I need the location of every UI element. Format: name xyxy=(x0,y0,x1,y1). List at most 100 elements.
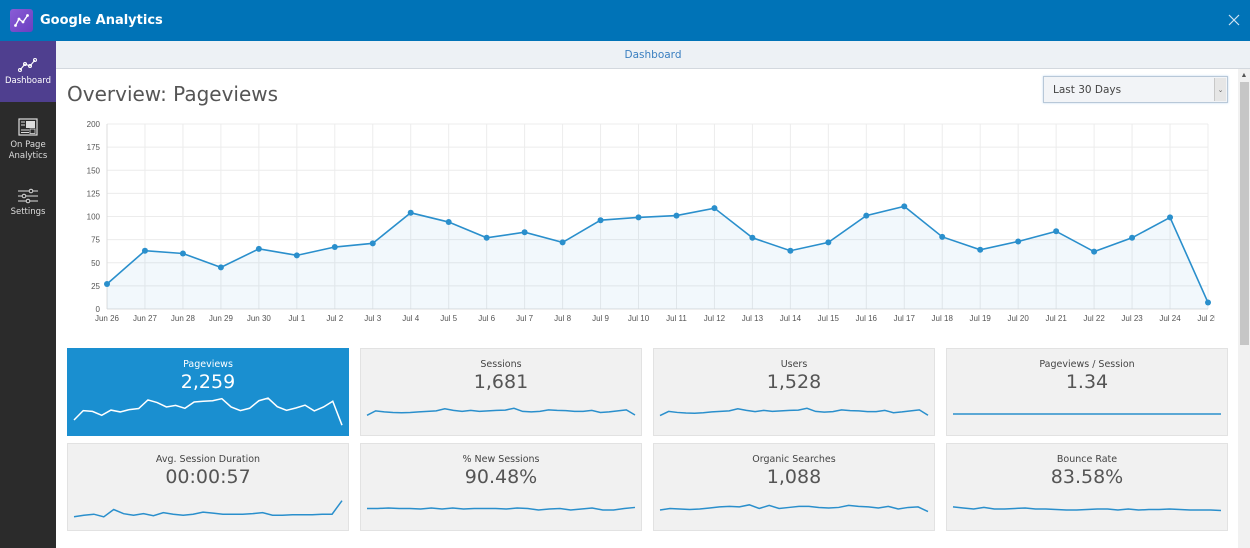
kpi-label: % New Sessions xyxy=(462,454,540,465)
kpi-value: 90.48% xyxy=(464,466,538,488)
sidebar-item-dashboard[interactable]: Dashboard xyxy=(0,41,56,102)
kpi-card-new-sessions[interactable]: % New Sessions 90.48% xyxy=(360,443,642,531)
kpi-label: Sessions xyxy=(480,359,522,370)
kpi-card-sessions[interactable]: Sessions 1,681 xyxy=(360,348,642,436)
x-tick-label: Jul 20 xyxy=(1007,314,1029,323)
kpi-label: Pageviews xyxy=(183,359,233,370)
kpi-sparkline xyxy=(73,397,343,426)
x-tick-label: Jul 9 xyxy=(592,314,609,323)
sparkline-line xyxy=(659,504,929,513)
sidebar-item-settings[interactable]: Settings xyxy=(0,176,56,230)
kpi-sparkline xyxy=(367,506,636,511)
data-point xyxy=(104,281,110,288)
sparkline-line xyxy=(952,506,1222,512)
x-tick-label: Jul 18 xyxy=(932,314,954,323)
kpi-card-avg-session-duration[interactable]: Avg. Session Duration 00:00:57 xyxy=(67,443,349,531)
x-tick-label: Jul 6 xyxy=(478,314,495,323)
data-point xyxy=(521,229,528,236)
data-point xyxy=(673,212,680,219)
scroll-up-arrow-icon[interactable]: ▲ xyxy=(1238,69,1250,81)
data-point xyxy=(863,212,870,219)
analytics-chart-icon xyxy=(10,9,33,32)
data-point xyxy=(369,240,376,247)
data-point xyxy=(559,239,566,246)
data-point xyxy=(483,234,490,241)
x-tick-label: Jul 25 xyxy=(1197,314,1215,323)
x-tick-label: Jun 28 xyxy=(171,314,196,323)
x-tick-label: Jul 15 xyxy=(818,314,840,323)
kpi-sparkline xyxy=(73,500,343,518)
scrollbar-thumb[interactable] xyxy=(1240,82,1249,345)
data-point xyxy=(749,234,756,241)
kpi-sparkline xyxy=(952,506,1222,512)
sparkline-line xyxy=(367,506,636,511)
x-tick-label: Jul 5 xyxy=(440,314,457,323)
data-point xyxy=(1053,228,1060,235)
data-point xyxy=(597,217,604,224)
data-point xyxy=(1129,234,1136,241)
x-tick-label: Jul 12 xyxy=(704,314,726,323)
y-tick-label: 25 xyxy=(91,282,100,291)
x-tick-label: Jul 22 xyxy=(1083,314,1105,323)
chevron-down-icon: ⌄ xyxy=(1214,78,1226,101)
kpi-card-pageviews[interactable]: Pageviews 2,259 xyxy=(67,348,349,436)
x-tick-label: Jul 13 xyxy=(742,314,764,323)
x-tick-label: Jul 21 xyxy=(1045,314,1067,323)
data-point xyxy=(331,244,338,251)
x-tick-label: Jun 26 xyxy=(95,314,120,323)
x-tick-label: Jul 24 xyxy=(1159,314,1181,323)
x-tick-label: Jul 3 xyxy=(364,314,381,323)
y-tick-label: 100 xyxy=(87,213,101,222)
kpi-card-organic-searches[interactable]: Organic Searches 1,088 xyxy=(653,443,935,531)
y-tick-label: 75 xyxy=(91,236,100,245)
kpi-card-pageviews-per-session[interactable]: Pageviews / Session 1.34 xyxy=(946,348,1228,436)
date-range-select[interactable]: Last 30 Days ⌄ xyxy=(1043,76,1228,103)
data-point xyxy=(711,205,718,212)
y-tick-label: 50 xyxy=(91,259,100,268)
x-tick-label: Jul 8 xyxy=(554,314,571,323)
data-point xyxy=(217,264,224,271)
x-tick-label: Jul 17 xyxy=(894,314,916,323)
x-tick-label: Jun 29 xyxy=(209,314,234,323)
x-tick-label: Jul 10 xyxy=(628,314,650,323)
y-tick-label: 0 xyxy=(96,305,101,314)
sidebar-item-label: On Page Analytics xyxy=(8,140,48,161)
data-point xyxy=(1015,238,1022,245)
data-point xyxy=(939,233,946,240)
kpi-value: 2,259 xyxy=(180,371,236,393)
kpi-label: Bounce Rate xyxy=(1056,454,1118,465)
date-range-value: Last 30 Days xyxy=(1053,83,1122,96)
x-tick-label: Jul 23 xyxy=(1121,314,1143,323)
x-tick-label: Jul 7 xyxy=(516,314,533,323)
kpi-value: 1,088 xyxy=(766,466,822,488)
y-tick-label: 175 xyxy=(87,143,101,152)
data-point xyxy=(1091,248,1098,255)
close-button[interactable] xyxy=(1224,10,1244,30)
breadcrumb-dashboard[interactable]: Dashboard xyxy=(625,49,682,61)
line-chart-icon xyxy=(18,58,37,72)
x-tick-label: Jul 2 xyxy=(326,314,343,323)
kpi-sparkline xyxy=(659,504,929,513)
kpi-value: 00:00:57 xyxy=(165,466,251,488)
kpi-card-users[interactable]: Users 1,528 xyxy=(653,348,935,436)
page-analytics-icon xyxy=(18,118,38,136)
sparkline-line xyxy=(659,407,929,417)
sparkline-line xyxy=(366,407,636,416)
x-tick-label: Jul 4 xyxy=(402,314,419,323)
data-point xyxy=(293,252,300,259)
vertical-scrollbar[interactable]: ▲ xyxy=(1238,69,1250,548)
kpi-label: Organic Searches xyxy=(752,454,836,465)
data-point xyxy=(901,203,908,210)
kpi-card-bounce-rate[interactable]: Bounce Rate 83.58% xyxy=(946,443,1228,531)
sliders-icon xyxy=(18,188,38,204)
data-point xyxy=(635,214,642,221)
data-point xyxy=(1167,214,1174,221)
kpi-value: 1,528 xyxy=(766,371,822,393)
sidebar-item-label: Settings xyxy=(10,207,46,217)
kpi-label: Avg. Session Duration xyxy=(155,454,261,465)
data-point xyxy=(1205,299,1211,306)
sparkline-line xyxy=(73,500,343,518)
x-tick-label: Jun 30 xyxy=(247,314,272,323)
sidebar-item-on-page-analytics[interactable]: On Page Analytics xyxy=(0,102,56,176)
pageviews-chart: 0 25 50 75 100 125 150 175 200 Jun 26 Jun 27 Jun 28… xyxy=(87,120,1215,323)
